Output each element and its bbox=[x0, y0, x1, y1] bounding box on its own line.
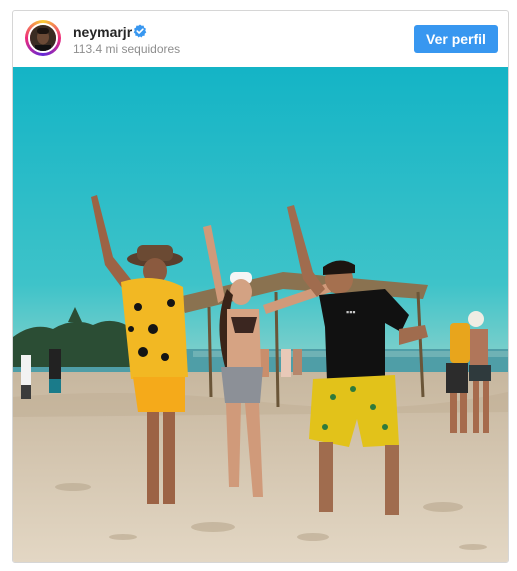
followers-count: 113.4 mi sequidores bbox=[73, 42, 181, 56]
instagram-embed-card: neymarjr 113.4 mi sequidores Ver perfil bbox=[12, 10, 509, 563]
view-profile-button[interactable]: Ver perfil bbox=[414, 25, 498, 53]
avatar-story-ring[interactable] bbox=[25, 20, 61, 56]
avatar[interactable] bbox=[28, 23, 58, 53]
verified-badge-icon bbox=[133, 24, 147, 38]
post-photo[interactable]: ▪▪▪ bbox=[13, 67, 508, 562]
post-header: neymarjr 113.4 mi sequidores Ver perfil bbox=[13, 11, 508, 67]
beach-photo-illustration: ▪▪▪ bbox=[13, 67, 508, 562]
shirt-print: ▪▪▪ bbox=[346, 307, 356, 317]
username[interactable]: neymarjr bbox=[73, 24, 132, 40]
